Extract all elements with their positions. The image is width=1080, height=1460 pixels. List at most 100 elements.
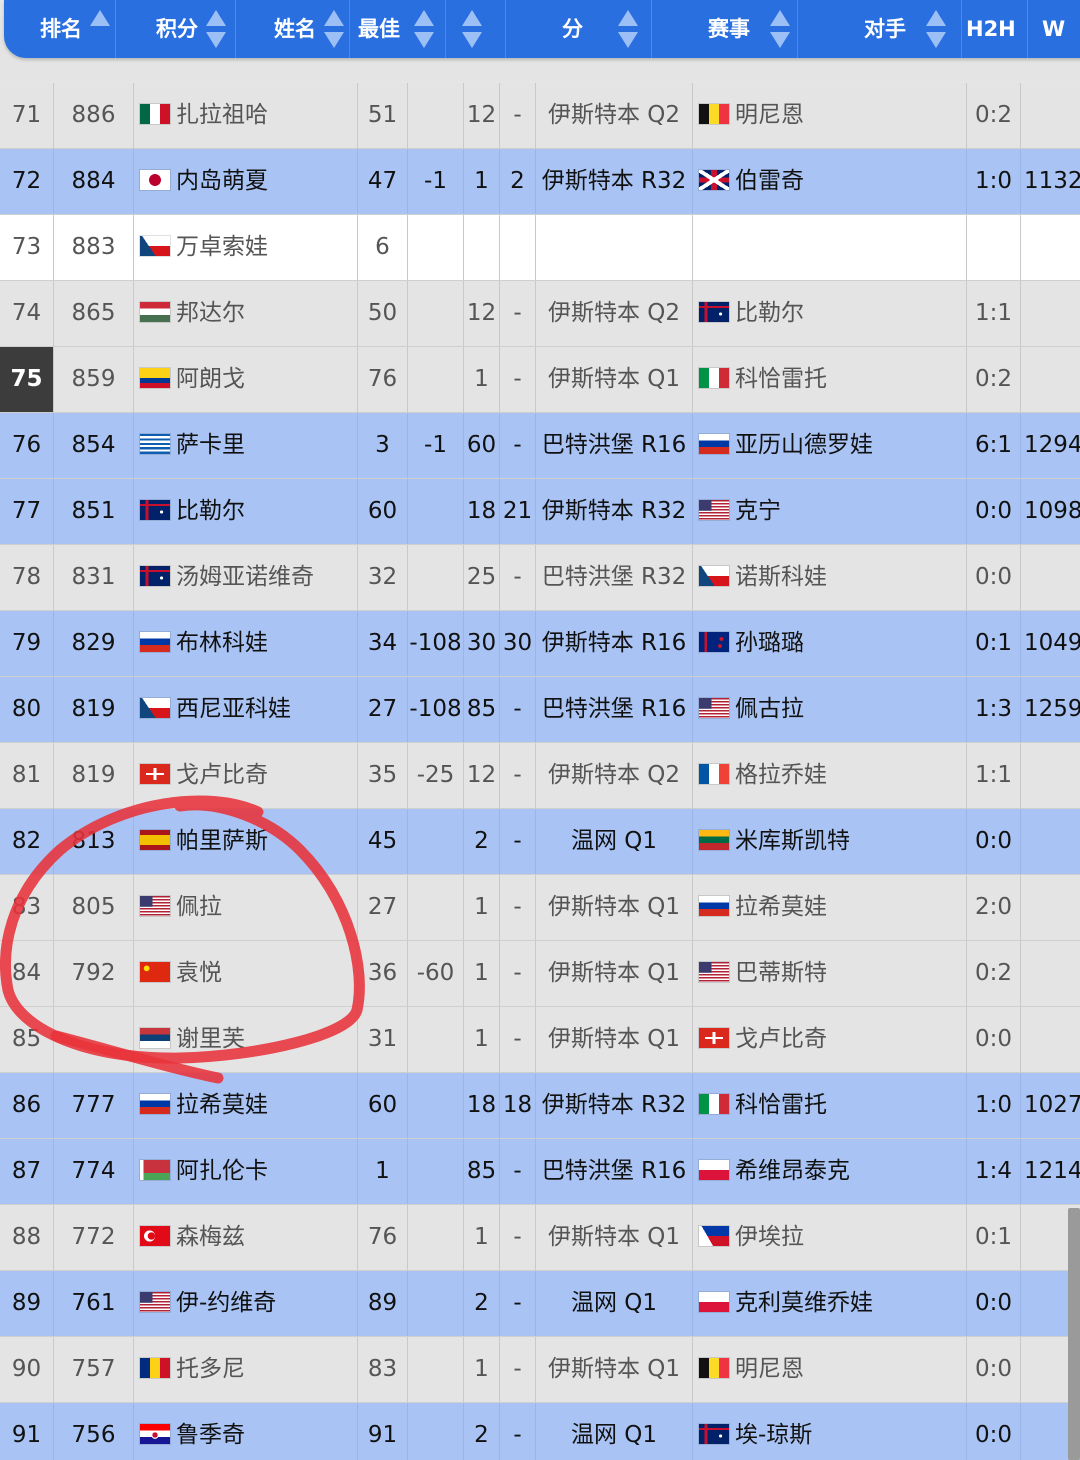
table-row[interactable]: 72 884 内岛萌夏 47 -1 1 2 伊斯特本 R32 伯雷奇 1:0 1132 <box>0 149 1080 214</box>
header-pts[interactable]: 分 <box>506 0 652 58</box>
player-name[interactable]: 阿扎伦卡 <box>176 1158 268 1184</box>
opponent-name[interactable]: 伯雷奇 <box>735 168 804 194</box>
table-row[interactable]: 71 886 扎拉祖哈 51 12- 伊斯特本 Q2 明尼恩 0:2 <box>0 83 1080 148</box>
table-row[interactable]: 75 859 阿朗戈 76 1- 伊斯特本 Q1 科恰雷托 0:2 <box>0 347 1080 412</box>
player-name[interactable]: 比勒尔 <box>176 498 245 524</box>
table-row[interactable]: 86 777 拉希莫娃 60 18 18 伊斯特本 R32 科恰雷托 1:0 1027 <box>0 1073 1080 1138</box>
table-row[interactable]: 80 819 西尼亚科娃 27 -108 85- 巴特洪堡 R16 佩古拉 1:3 1259 <box>0 677 1080 742</box>
event-cell[interactable]: 伊斯特本 Q1 <box>536 1007 693 1072</box>
player-name-cell[interactable]: 帕里萨斯 <box>134 809 358 874</box>
rankings-scroll-area[interactable]: 71 886 扎拉祖哈 51 12- 伊斯特本 Q2 明尼恩 0:2 72 884 内岛萌夏 47 -1… <box>0 0 1080 1460</box>
table-row[interactable]: 73 883 万卓索娃 6 <box>0 215 1080 280</box>
player-name[interactable]: 佩拉 <box>176 894 222 920</box>
player-name-cell[interactable]: 拉希莫娃 <box>134 1073 358 1138</box>
player-name-cell[interactable]: 内岛萌夏 <box>134 149 358 214</box>
table-row[interactable]: 83 805 佩拉 27 1- 伊斯特本 Q1 拉希莫娃 2:0 <box>0 875 1080 940</box>
player-name[interactable]: 西尼亚科娃 <box>176 696 291 722</box>
table-row[interactable]: 89 761 伊-约维奇 89 2- 温网 Q1 克利莫维乔娃 0:0 <box>0 1271 1080 1336</box>
header-change[interactable] <box>446 0 506 58</box>
player-name[interactable]: 萨卡里 <box>176 432 245 458</box>
player-name[interactable]: 托多尼 <box>176 1356 245 1382</box>
opponent-cell[interactable]: 明尼恩 <box>693 83 967 148</box>
player-name[interactable]: 帕里萨斯 <box>176 828 268 854</box>
header-points[interactable]: 积分 <box>116 0 236 58</box>
player-name[interactable]: 内岛萌夏 <box>176 168 268 194</box>
opponent-name[interactable]: 克利莫维乔娃 <box>735 1290 873 1316</box>
player-name[interactable]: 戈卢比奇 <box>176 762 268 788</box>
header-w[interactable]: W <box>1028 0 1080 58</box>
opponent-name[interactable]: 克宁 <box>735 498 781 524</box>
player-name-cell[interactable]: 西尼亚科娃 <box>134 677 358 742</box>
table-row[interactable]: 78 831 汤姆亚诺维奇 32 25- 巴特洪堡 R32 诺斯科娃 0:0 <box>0 545 1080 610</box>
player-name-cell[interactable]: 布林科娃 <box>134 611 358 676</box>
player-name[interactable]: 扎拉祖哈 <box>176 102 268 128</box>
table-row[interactable]: 88 772 森梅兹 76 1- 伊斯特本 Q1 伊埃拉 0:1 <box>0 1205 1080 1270</box>
opponent-cell[interactable]: 诺斯科娃 <box>693 545 967 610</box>
event-cell[interactable] <box>536 215 693 280</box>
opponent-cell[interactable]: 拉希莫娃 <box>693 875 967 940</box>
player-name-cell[interactable]: 邦达尔 <box>134 281 358 346</box>
event-cell[interactable]: 巴特洪堡 R16 <box>536 413 693 478</box>
event-cell[interactable]: 巴特洪堡 R16 <box>536 677 693 742</box>
table-row[interactable]: 79 829 布林科娃 34 -108 30 30 伊斯特本 R16 孙璐璐 0:1 1049 <box>0 611 1080 676</box>
opponent-cell[interactable]: 科恰雷托 <box>693 347 967 412</box>
opponent-name[interactable]: 拉希莫娃 <box>735 894 827 920</box>
event-cell[interactable]: 伊斯特本 Q2 <box>536 281 693 346</box>
event-cell[interactable]: 温网 Q1 <box>536 1403 693 1460</box>
opponent-cell[interactable]: 佩古拉 <box>693 677 967 742</box>
opponent-name[interactable]: 伊埃拉 <box>735 1224 804 1250</box>
event-cell[interactable]: 伊斯特本 Q2 <box>536 83 693 148</box>
header-opponent[interactable]: 对手 <box>798 0 962 58</box>
event-cell[interactable]: 巴特洪堡 R32 <box>536 545 693 610</box>
opponent-name[interactable]: 亚历山德罗娃 <box>735 432 873 458</box>
scrollbar-thumb[interactable] <box>1068 1208 1080 1460</box>
opponent-cell[interactable]: 比勒尔 <box>693 281 967 346</box>
opponent-cell[interactable]: 克宁 <box>693 479 967 544</box>
opponent-cell[interactable] <box>693 215 967 280</box>
opponent-name[interactable]: 孙璐璐 <box>735 630 804 656</box>
table-row[interactable]: 82 813 帕里萨斯 45 2- 温网 Q1 米库斯凯特 0:0 <box>0 809 1080 874</box>
player-name[interactable]: 谢里芙 <box>176 1026 245 1052</box>
opponent-name[interactable]: 米库斯凯特 <box>735 828 850 854</box>
opponent-cell[interactable]: 伯雷奇 <box>693 149 967 214</box>
opponent-cell[interactable]: 埃-琼斯 <box>693 1403 967 1460</box>
header-best[interactable]: 最佳 <box>350 0 446 58</box>
player-name[interactable]: 拉希莫娃 <box>176 1092 268 1118</box>
player-name-cell[interactable]: 托多尼 <box>134 1337 358 1402</box>
opponent-name[interactable]: 诺斯科娃 <box>735 564 827 590</box>
player-name[interactable]: 万卓索娃 <box>176 234 268 260</box>
opponent-name[interactable]: 格拉乔娃 <box>735 762 827 788</box>
table-row[interactable]: 85 谢里芙 31 1- 伊斯特本 Q1 戈卢比奇 0:0 <box>0 1007 1080 1072</box>
opponent-name[interactable]: 埃-琼斯 <box>735 1422 812 1448</box>
table-row[interactable]: 81 819 戈卢比奇 35 -25 12- 伊斯特本 Q2 格拉乔娃 1:1 <box>0 743 1080 808</box>
event-cell[interactable]: 伊斯特本 Q1 <box>536 875 693 940</box>
table-row[interactable]: 90 757 托多尼 83 1- 伊斯特本 Q1 明尼恩 0:0 <box>0 1337 1080 1402</box>
player-name[interactable]: 伊-约维奇 <box>176 1290 276 1316</box>
event-cell[interactable]: 伊斯特本 Q1 <box>536 941 693 1006</box>
player-name[interactable]: 邦达尔 <box>176 300 245 326</box>
event-cell[interactable]: 伊斯特本 Q2 <box>536 743 693 808</box>
table-row[interactable]: 84 792 袁悦 36 -60 1- 伊斯特本 Q1 巴蒂斯特 0:2 <box>0 941 1080 1006</box>
player-name-cell[interactable]: 佩拉 <box>134 875 358 940</box>
player-name-cell[interactable]: 鲁季奇 <box>134 1403 358 1460</box>
player-name[interactable]: 阿朗戈 <box>176 366 245 392</box>
player-name-cell[interactable]: 袁悦 <box>134 941 358 1006</box>
opponent-name[interactable]: 巴蒂斯特 <box>735 960 827 986</box>
player-name-cell[interactable]: 森梅兹 <box>134 1205 358 1270</box>
table-row[interactable]: 87 774 阿扎伦卡 1 85- 巴特洪堡 R16 希维昂泰克 1:4 1214 <box>0 1139 1080 1204</box>
opponent-name[interactable]: 戈卢比奇 <box>735 1026 827 1052</box>
player-name-cell[interactable]: 阿扎伦卡 <box>134 1139 358 1204</box>
event-cell[interactable]: 伊斯特本 R32 <box>536 1073 693 1138</box>
player-name[interactable]: 森梅兹 <box>176 1224 245 1250</box>
opponent-name[interactable]: 希维昂泰克 <box>735 1158 850 1184</box>
header-h2h[interactable]: H2H <box>962 0 1028 58</box>
event-cell[interactable]: 伊斯特本 R32 <box>536 479 693 544</box>
player-name[interactable]: 布林科娃 <box>176 630 268 656</box>
player-name[interactable]: 汤姆亚诺维奇 <box>176 564 314 590</box>
opponent-cell[interactable]: 格拉乔娃 <box>693 743 967 808</box>
header-rank[interactable]: 排名 <box>4 0 116 58</box>
opponent-cell[interactable]: 亚历山德罗娃 <box>693 413 967 478</box>
opponent-cell[interactable]: 明尼恩 <box>693 1337 967 1402</box>
player-name-cell[interactable]: 比勒尔 <box>134 479 358 544</box>
player-name[interactable]: 鲁季奇 <box>176 1422 245 1448</box>
